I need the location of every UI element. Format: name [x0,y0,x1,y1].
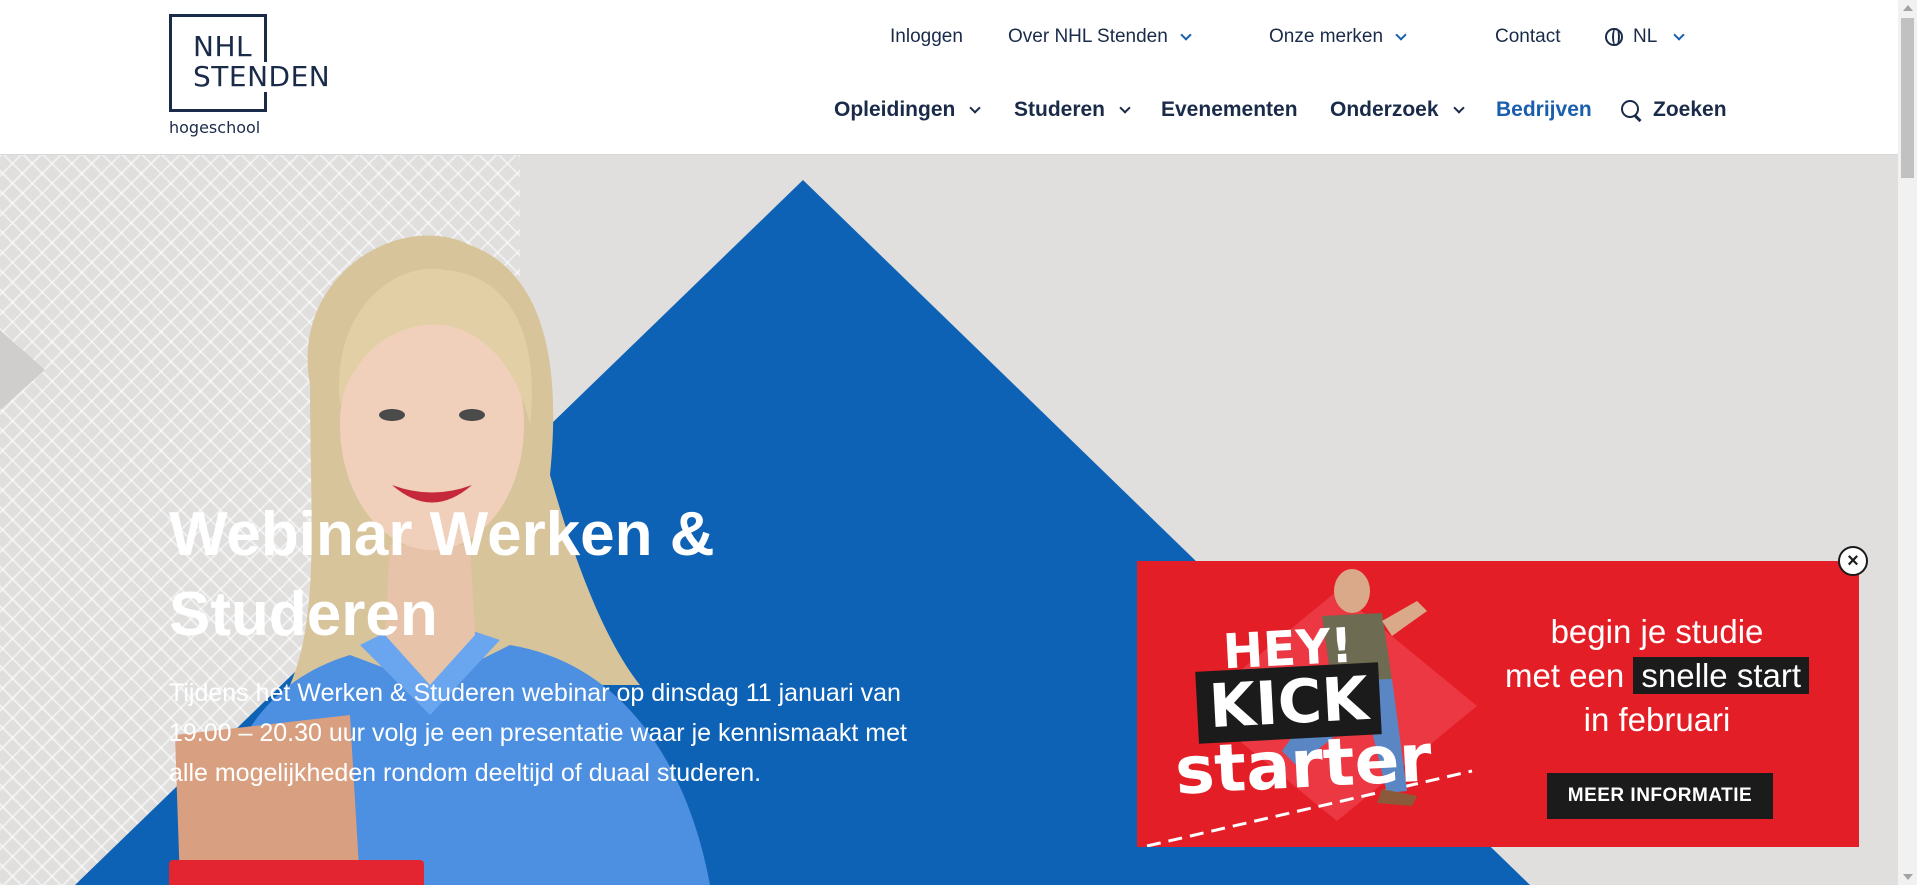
logo-subtitle: hogeschool [169,118,261,137]
kickstarter-promo[interactable]: HEY! KICK starter begin je studie met ee… [1137,561,1859,847]
hero-title: Webinar Werken & Studeren [169,500,715,649]
nav-business-label: Bedrijven [1496,98,1592,121]
runner-arm [1382,601,1427,636]
brands-label: Onze merken [1269,26,1384,47]
about-dropdown[interactable]: Over NHL Stenden [1008,26,1192,48]
logo-line-1: NHL [193,30,253,63]
scroll-up-icon[interactable] [1903,5,1913,11]
page-scrollbar[interactable] [1898,0,1917,885]
runner-head [1334,569,1370,613]
site-header: NHL STENDEN hogeschool Inloggen Over NHL… [0,0,1898,155]
logo-line-2: STENDEN [193,62,335,92]
promo-starter: starter [1173,719,1434,810]
language-dropdown[interactable]: NL [1605,26,1685,48]
nav-events-label: Evenementen [1161,98,1298,121]
nav-study[interactable]: Studeren [1014,98,1131,122]
close-promo-button[interactable]: × [1838,546,1868,576]
search-button[interactable]: Zoeken [1621,98,1727,122]
nav-business[interactable]: Bedrijven [1496,98,1592,122]
promo-line-3: in februari [1583,701,1731,738]
chevron-down-icon [969,101,982,114]
hero-description: Tijdens het Werken & Studeren webinar op… [169,679,907,787]
nav-research-label: Onderzoek [1330,98,1439,121]
eye-right [459,409,485,421]
chevron-down-icon [1673,28,1685,41]
language-label: NL [1633,26,1658,47]
grey-triangle [0,330,45,410]
nav-events[interactable]: Evenementen [1161,98,1298,122]
contact-label: Contact [1495,26,1561,47]
about-label: Over NHL Stenden [1008,26,1168,47]
nav-research[interactable]: Onderzoek [1330,98,1465,122]
nav-study-label: Studeren [1014,98,1106,121]
promo-highlight: snelle start [1633,657,1809,694]
login-link[interactable]: Inloggen [890,26,963,48]
search-icon [1621,100,1641,120]
search-label: Zoeken [1653,98,1727,121]
promo-line-2: met een snelle start [1467,657,1847,695]
globe-icon [1605,28,1623,46]
brands-dropdown[interactable]: Onze merken [1269,26,1407,48]
nhl-stenden-logo[interactable]: NHL STENDEN hogeschool [169,14,335,140]
promo-line-1: begin je studie [1550,613,1764,650]
scroll-thumb[interactable] [1901,18,1914,178]
chevron-down-icon [1395,28,1407,41]
contact-link[interactable]: Contact [1495,26,1560,48]
nav-programs-label: Opleidingen [834,98,956,121]
login-label: Inloggen [890,26,963,47]
promo-line-2-prefix: met een [1505,657,1625,694]
chevron-down-icon [1452,101,1465,114]
nav-programs[interactable]: Opleidingen [834,98,982,122]
chevron-down-icon [1180,28,1192,41]
eye-left [379,409,405,421]
more-info-button[interactable]: MEER INFORMATIE [1547,773,1773,819]
hero-cta-button[interactable] [169,860,424,885]
scroll-down-icon[interactable] [1903,874,1913,880]
chevron-down-icon [1119,101,1131,114]
